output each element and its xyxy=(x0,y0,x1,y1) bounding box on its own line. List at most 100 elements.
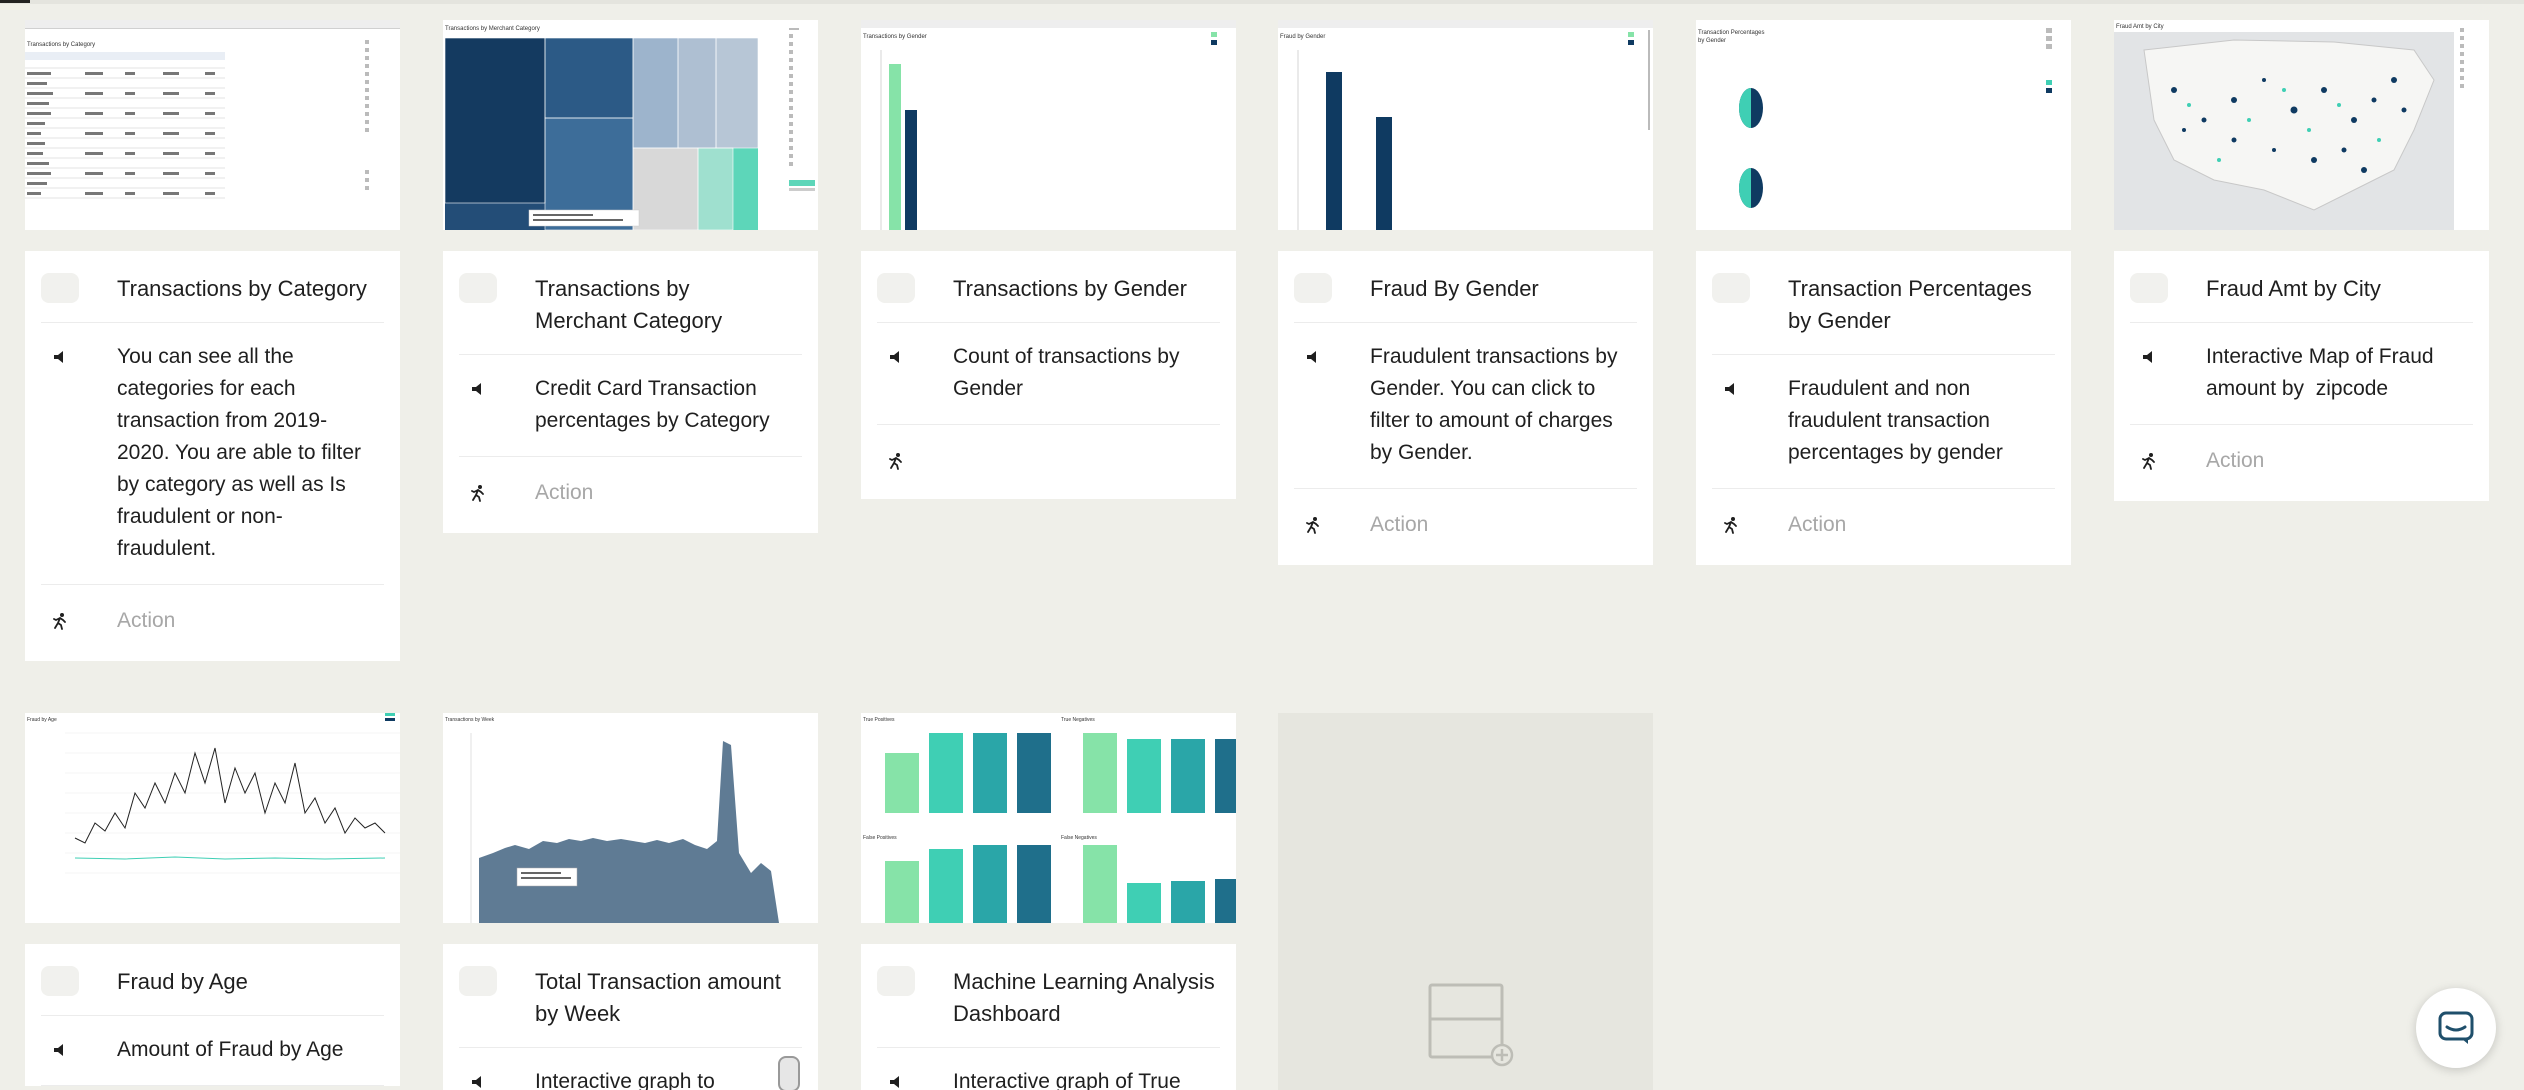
card-thumbnail[interactable]: Fraud Amt by City xyxy=(2114,20,2489,230)
card-description[interactable]: Count of transactions by Gender xyxy=(953,341,1203,405)
speaker-icon xyxy=(877,1066,915,1090)
top-bar-marker xyxy=(0,0,30,3)
card-thumbnail[interactable]: Transactions by Merchant Category xyxy=(443,20,818,230)
card-action[interactable]: Action xyxy=(117,605,175,637)
card-action[interactable]: Action xyxy=(535,477,593,509)
chat-icon xyxy=(2438,1011,2474,1044)
card-title-row: Total Transaction amount by Week xyxy=(443,944,818,1048)
chat-button[interactable] xyxy=(2416,988,2496,1068)
speaker-icon xyxy=(41,341,79,373)
card-transactions-by-gender[interactable]: Transactions by Gender Count of transact… xyxy=(861,251,1236,499)
svg-text:Transactions by Gender: Transactions by Gender xyxy=(863,34,927,40)
card-thumbnail[interactable]: Transactions by Category xyxy=(25,20,400,230)
card-action-row: Action xyxy=(1696,489,2071,565)
svg-text:Transactions by Week: Transactions by Week xyxy=(445,717,495,723)
card-transactions-by-category[interactable]: Transactions by Category You can see all… xyxy=(25,251,400,661)
card-description[interactable]: Fraudulent and non fraudulent transactio… xyxy=(1788,373,2038,469)
card-machine-learning-analysis-dashboard[interactable]: Machine Learning Analysis Dashboard Inte… xyxy=(861,944,1236,1090)
card-transactions-by-merchant-category[interactable]: Transactions by Merchant Category Credit… xyxy=(443,251,818,533)
card-total-transaction-amount-by-week[interactable]: Total Transaction amount by Week Interac… xyxy=(443,944,818,1090)
card-thumbnail[interactable]: True Positives True Negatives False Posi… xyxy=(861,713,1236,923)
runner-icon xyxy=(1712,509,1750,541)
card-title-row: Fraud Amt by City xyxy=(2114,251,2489,323)
card-description[interactable]: Interactive graph to xyxy=(535,1066,785,1090)
emoji-placeholder[interactable] xyxy=(1294,273,1332,303)
card-description-row: Credit Card Transaction percentages by C… xyxy=(443,355,818,457)
scrollbar-thumb[interactable] xyxy=(778,1056,800,1090)
svg-text:True Negatives: True Negatives xyxy=(1061,717,1095,723)
card-title[interactable]: Fraud by Age xyxy=(117,966,248,998)
svg-text:False Positives: False Positives xyxy=(863,835,897,841)
svg-text:Fraud by Age: Fraud by Age xyxy=(27,717,57,723)
card-description[interactable]: Interactive graph of True xyxy=(953,1066,1203,1090)
card-fraud-by-age[interactable]: Fraud by Age Amount of Fraud by Age xyxy=(25,944,400,1086)
card-description-row: Interactive graph to xyxy=(443,1048,818,1090)
card-description[interactable]: Interactive Map of Fraud amount by zipco… xyxy=(2206,341,2456,405)
speaker-icon xyxy=(41,1034,79,1066)
card-action-row: Action xyxy=(2114,425,2489,501)
emoji-placeholder[interactable] xyxy=(41,966,79,996)
emoji-placeholder[interactable] xyxy=(877,273,915,303)
emoji-placeholder[interactable] xyxy=(459,966,497,996)
card-fraud-amt-by-city[interactable]: Fraud Amt by City Interactive Map of Fra… xyxy=(2114,251,2489,501)
top-bar xyxy=(0,0,2524,4)
card-title[interactable]: Total Transaction amount by Week xyxy=(535,966,785,1030)
card-description-row: Interactive graph of True xyxy=(861,1048,1236,1090)
runner-icon xyxy=(41,605,79,637)
card-thumbnail[interactable]: Transaction Percentages by Gender xyxy=(1696,20,2071,230)
card-title[interactable]: Fraud Amt by City xyxy=(2206,273,2381,305)
card-title-row: Transactions by Category xyxy=(25,251,400,323)
card-thumbnail[interactable]: Fraud by Gender xyxy=(1278,20,1653,230)
card-title[interactable]: Fraud By Gender xyxy=(1370,273,1539,305)
card-title-row: Transactions by Gender xyxy=(861,251,1236,323)
card-transaction-percentages-by-gender[interactable]: Transaction Percentages by Gender Fraudu… xyxy=(1696,251,2071,565)
card-description-row: Count of transactions by Gender xyxy=(861,323,1236,425)
card-fraud-by-gender[interactable]: Fraud By Gender Fraudulent transactions … xyxy=(1278,251,1653,565)
card-action-row: Action xyxy=(25,585,400,661)
card-thumbnail[interactable]: Transactions by Week xyxy=(443,713,818,923)
runner-icon xyxy=(1294,509,1332,541)
card-description[interactable]: Amount of Fraud by Age xyxy=(117,1034,367,1066)
runner-icon xyxy=(2130,445,2168,477)
emoji-placeholder[interactable] xyxy=(877,966,915,996)
svg-text:False Negatives: False Negatives xyxy=(1061,835,1097,841)
card-action-row xyxy=(861,425,1236,499)
svg-text:Fraud Amt by City: Fraud Amt by City xyxy=(2116,24,2164,30)
card-title[interactable]: Transaction Percentages by Gender xyxy=(1788,273,2038,337)
card-description[interactable]: You can see all the categories for each … xyxy=(117,341,367,565)
speaker-icon xyxy=(459,373,497,405)
card-action-row: Action xyxy=(443,457,818,533)
gallery-page: Transactions by Category Transactions by… xyxy=(0,0,2524,1090)
card-title-row: Transactions by Merchant Category xyxy=(443,251,818,355)
svg-text:Transactions by Merchant Categ: Transactions by Merchant Category xyxy=(445,26,540,32)
card-thumbnail[interactable]: Fraud by Age xyxy=(25,713,400,923)
emoji-placeholder[interactable] xyxy=(1712,273,1750,303)
card-description[interactable]: Credit Card Transaction percentages by C… xyxy=(535,373,785,437)
add-card-icon xyxy=(1428,983,1514,1067)
emoji-placeholder[interactable] xyxy=(459,273,497,303)
card-action[interactable]: Action xyxy=(1370,509,1428,541)
emoji-placeholder[interactable] xyxy=(41,273,79,303)
add-card-tile[interactable] xyxy=(1278,713,1653,1090)
emoji-placeholder[interactable] xyxy=(2130,273,2168,303)
card-title-row: Fraud By Gender xyxy=(1278,251,1653,323)
svg-text:Fraud by Gender: Fraud by Gender xyxy=(1280,34,1325,40)
card-title-row: Transaction Percentages by Gender xyxy=(1696,251,2071,355)
svg-text:by Gender: by Gender xyxy=(1698,38,1726,44)
card-action[interactable]: Action xyxy=(2206,445,2264,477)
card-title[interactable]: Transactions by Merchant Category xyxy=(535,273,785,337)
card-description-row: Fraudulent and non fraudulent transactio… xyxy=(1696,355,2071,489)
card-title[interactable]: Transactions by Category xyxy=(117,273,367,305)
svg-text:Transactions by Category: Transactions by Category xyxy=(27,42,95,48)
card-action[interactable]: Action xyxy=(1788,509,1846,541)
card-description[interactable]: Fraudulent transactions by Gender. You c… xyxy=(1370,341,1632,469)
card-title[interactable]: Machine Learning Analysis Dashboard xyxy=(953,966,1220,1030)
card-title-row: Machine Learning Analysis Dashboard xyxy=(861,944,1236,1048)
card-title-row: Fraud by Age xyxy=(25,944,400,1016)
speaker-icon xyxy=(877,341,915,373)
speaker-icon xyxy=(1294,341,1332,373)
card-thumbnail[interactable]: Transactions by Gender xyxy=(861,20,1236,230)
card-title[interactable]: Transactions by Gender xyxy=(953,273,1187,305)
speaker-icon xyxy=(2130,341,2168,373)
card-description-row: Amount of Fraud by Age xyxy=(25,1016,400,1086)
